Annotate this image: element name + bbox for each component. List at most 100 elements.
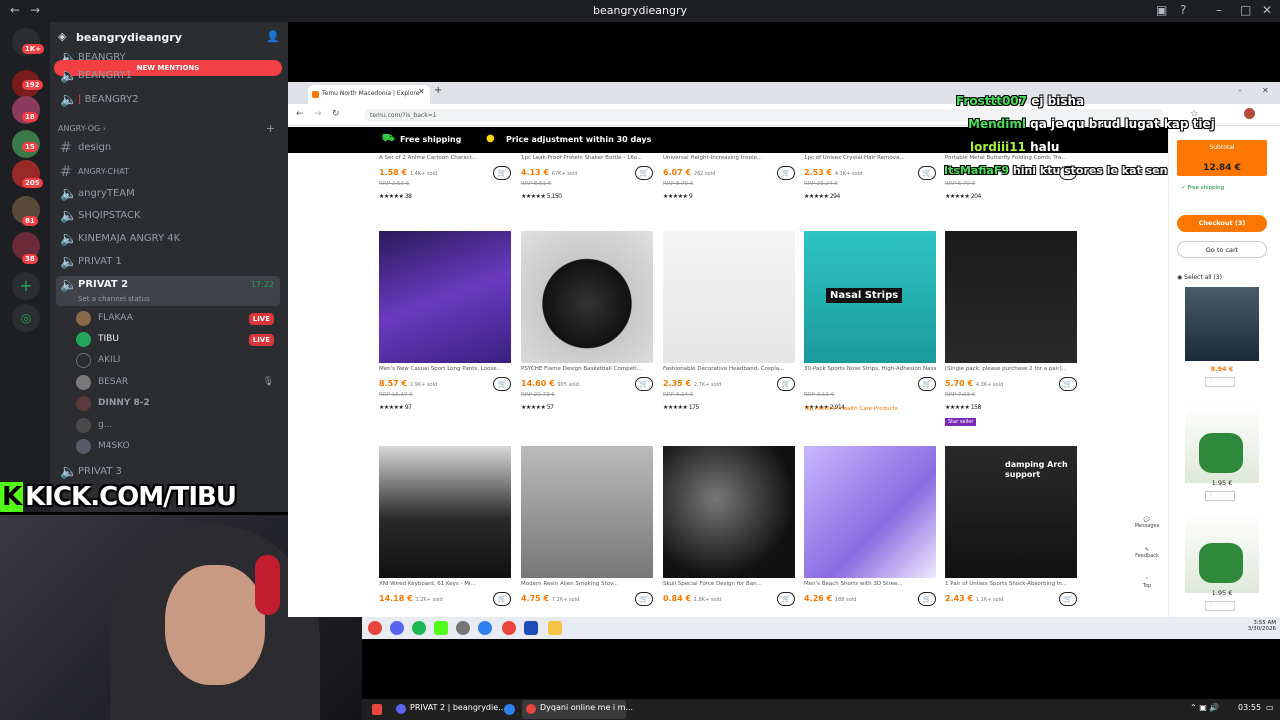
category-header[interactable]: ANGRY-OG ›: [58, 124, 106, 133]
cart-item-image[interactable]: [1185, 513, 1259, 593]
product-title[interactable]: Fashionable Decorative Headband, Cospla.…: [663, 366, 795, 372]
add-to-cart-icon[interactable]: 🛒: [493, 166, 511, 180]
cart-item-image[interactable]: [1185, 287, 1259, 361]
close-icon[interactable]: ✕: [1262, 86, 1269, 95]
notification-icon[interactable]: ▭: [1266, 703, 1274, 712]
select-all-checkbox[interactable]: ◉ Select all (3): [1177, 274, 1222, 281]
chrome-active-icon[interactable]: [502, 621, 516, 635]
browser-tab[interactable]: Temu North Macedonia | Explore: [308, 85, 430, 104]
product-image[interactable]: [945, 231, 1077, 363]
voice-user[interactable]: AKILI: [76, 350, 280, 370]
inbox-icon[interactable]: ▣: [1156, 3, 1167, 17]
channel-kinemaja[interactable]: 🔈 KINEMAJA ANGRY 4K: [56, 229, 280, 249]
close-icon[interactable]: ✕: [1262, 3, 1272, 17]
add-to-cart-icon[interactable]: 🛒: [777, 377, 795, 391]
product-image[interactable]: [521, 446, 653, 578]
product-title[interactable]: 30-Pack Sports Nose Strips, High-Adhesio…: [804, 366, 936, 372]
product-title[interactable]: Universal Height-Increasing Insole...: [663, 155, 795, 161]
back-icon[interactable]: ←: [296, 109, 304, 119]
chrome-icon[interactable]: [368, 621, 382, 635]
product-title[interactable]: 1pc of Unisex Crystal Hair Remova...: [804, 155, 936, 161]
folder-icon[interactable]: [548, 621, 562, 635]
product-title[interactable]: XNI Wired Keyboard, 61 Keys - Mi...: [379, 581, 511, 587]
product-image[interactable]: [379, 231, 511, 363]
qty-select[interactable]: 1: [1205, 601, 1235, 611]
channel-privat-3[interactable]: 🔈 PRIVAT 3: [56, 462, 280, 482]
discord-icon[interactable]: [396, 704, 406, 714]
product-image[interactable]: [521, 231, 653, 363]
product-title[interactable]: Skull Special Force Design for Ban...: [663, 581, 795, 587]
product-title[interactable]: Men's Beach Shorts with 3D Stree...: [804, 581, 936, 587]
channel-design[interactable]: # design: [56, 138, 280, 158]
product-title[interactable]: 1pc Leak-Proof Protein Shaker Bottle - 1…: [521, 155, 653, 161]
voice-user[interactable]: DINNY 8-2: [76, 393, 280, 413]
checkout-button[interactable]: Checkout (3): [1177, 215, 1267, 232]
help-icon[interactable]: ?: [1180, 3, 1186, 17]
taskbar-item-discord[interactable]: PRIVAT 2 | beangrydie...: [410, 703, 506, 712]
product-title[interactable]: 1 Pair of Unisex Sports Shock-Absorbing …: [945, 581, 1077, 587]
add-to-cart-icon[interactable]: 🛒: [777, 166, 795, 180]
tray-icons[interactable]: ⌃ ▣ 🔊: [1190, 703, 1219, 712]
add-to-cart-icon[interactable]: 🛒: [1059, 592, 1077, 606]
reload-icon[interactable]: ↻: [332, 109, 340, 119]
add-to-cart-icon[interactable]: 🛒: [918, 166, 936, 180]
add-to-cart-icon[interactable]: 🛒: [493, 592, 511, 606]
product-title[interactable]: A Set of 2 Anime Cartoon Charact...: [379, 155, 511, 161]
tab-close-icon[interactable]: ✕: [418, 87, 425, 96]
health-tag[interactable]: Top Rated in Health Care Products: [804, 406, 936, 412]
voice-user[interactable]: BESAR 🎙: [76, 372, 280, 392]
product-title[interactable]: Modern Resin Alien Smoking Stov...: [521, 581, 653, 587]
forward-icon[interactable]: →: [314, 109, 322, 119]
qty-select[interactable]: 1: [1205, 377, 1235, 387]
voice-user[interactable]: M4SKO: [76, 436, 280, 456]
add-to-cart-icon[interactable]: 🛒: [493, 377, 511, 391]
voice-channel[interactable]: 🔈 | BEANGRY2: [56, 90, 280, 110]
voice-user[interactable]: TIBU LIVE: [76, 329, 280, 349]
minimize-icon[interactable]: –: [1216, 3, 1222, 17]
add-server-icon[interactable]: +: [12, 272, 40, 300]
taskbar-item-chrome[interactable]: Dyqani online me i m...: [540, 703, 633, 712]
add-to-cart-icon[interactable]: 🛒: [635, 377, 653, 391]
product-image[interactable]: [379, 446, 511, 578]
discord-icon[interactable]: [390, 621, 404, 635]
profile-avatar[interactable]: [1244, 108, 1255, 119]
channel-privat-1[interactable]: 🔈 PRIVAT 1: [56, 252, 280, 272]
go-to-cart-button[interactable]: Go to cart: [1177, 241, 1267, 258]
steam-icon[interactable]: [456, 621, 470, 635]
spotify-icon[interactable]: [412, 621, 426, 635]
add-to-cart-icon[interactable]: 🛒: [635, 592, 653, 606]
channel-angryteam[interactable]: 🔈 angryTEAM: [56, 184, 280, 204]
kick-icon[interactable]: [434, 621, 448, 635]
maximize-icon[interactable]: □: [1240, 3, 1251, 17]
messages-button[interactable]: 💬 Messages: [1133, 517, 1161, 529]
edge-icon[interactable]: [504, 704, 515, 715]
minimize-icon[interactable]: –: [1238, 86, 1242, 95]
qty-select[interactable]: 1: [1205, 491, 1235, 501]
add-channel-icon[interactable]: +: [266, 122, 275, 135]
voice-user[interactable]: FLAKAA LIVE: [76, 308, 280, 328]
new-tab-icon[interactable]: +: [434, 85, 442, 96]
product-title[interactable]: Men's New Casual Sport Long Pants, Loose…: [379, 366, 511, 372]
add-to-cart-icon[interactable]: 🛒: [777, 592, 795, 606]
channel-status[interactable]: Set a channel status: [78, 290, 150, 308]
add-to-cart-icon[interactable]: 🛒: [918, 592, 936, 606]
product-image[interactable]: [804, 446, 936, 578]
voice-user[interactable]: g...: [76, 415, 280, 435]
product-title[interactable]: PSYCHE Flame Design Basketball Competi..…: [521, 366, 653, 372]
product-title[interactable]: [Single pack, please purchase 2 for a pa…: [945, 366, 1077, 372]
channel-shqipstack[interactable]: 🔈 SHQIPSTACK: [56, 206, 280, 226]
product-image[interactable]: [663, 446, 795, 578]
brave-icon[interactable]: [372, 704, 382, 715]
app-icon[interactable]: [478, 621, 492, 635]
voice-channel[interactable]: 🔈 BEANGRY1: [56, 66, 280, 86]
top-button[interactable]: ⌃ Top: [1133, 577, 1161, 589]
cart-item-image[interactable]: [1185, 403, 1259, 483]
add-to-cart-icon[interactable]: 🛒: [1059, 377, 1077, 391]
explore-icon[interactable]: ◎: [12, 304, 40, 332]
product-image[interactable]: [663, 231, 795, 363]
product-title[interactable]: Portable Metal Butterfly Folding Comb, T…: [945, 155, 1077, 161]
channel-angry-chat[interactable]: # ANGRY-CHAT: [56, 162, 280, 182]
channel-privat-2[interactable]: 🔈 PRIVAT 2 17:22 Set a channel status: [56, 276, 280, 306]
add-to-cart-icon[interactable]: 🛒: [635, 166, 653, 180]
add-friend-icon[interactable]: 👤: [266, 30, 280, 43]
